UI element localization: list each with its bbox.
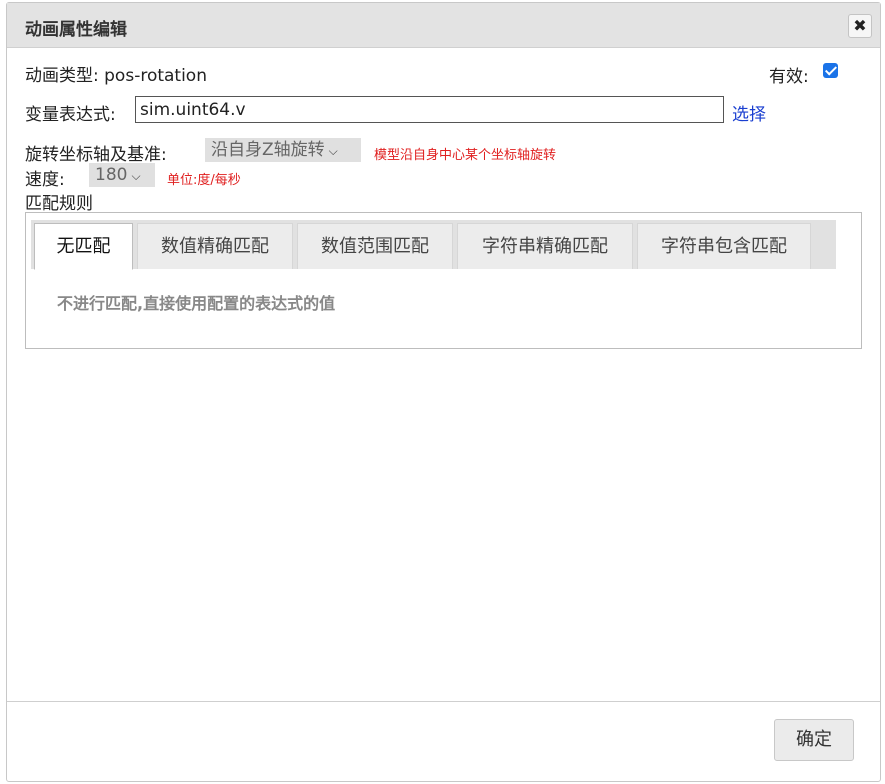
valid-checkbox[interactable]: [823, 63, 838, 78]
speed-selected: 180: [95, 165, 128, 185]
valid-label: 有效:: [769, 67, 809, 87]
speed-label: 速度:: [25, 170, 65, 190]
anim-type-label-text: 动画类型:: [25, 66, 99, 86]
tab-numeric-range-match[interactable]: 数值范围匹配: [297, 223, 453, 269]
match-rules-panel: 无匹配 数值精确匹配 数值范围匹配 字符串精确匹配 字符串包含匹配 不进行匹配,…: [25, 212, 862, 349]
rotation-axis-select[interactable]: 沿自身Z轴旋转 ⌵: [205, 138, 361, 162]
expression-label: 变量表达式:: [25, 105, 116, 125]
tab-numeric-exact-match[interactable]: 数值精确匹配: [137, 223, 293, 269]
choose-variable-link[interactable]: 选择: [732, 100, 766, 125]
match-rules-label: 匹配规则: [25, 194, 93, 214]
footer-divider: [7, 701, 880, 702]
chevron-down-icon: ⌵: [131, 169, 141, 183]
close-icon: ✖: [853, 16, 867, 35]
tab-string-contains-match[interactable]: 字符串包含匹配: [637, 223, 811, 269]
anim-type-value: pos-rotation: [104, 66, 207, 86]
speed-note: 单位:度/每秒: [167, 173, 241, 188]
close-button[interactable]: ✖: [848, 14, 872, 38]
speed-select[interactable]: 180 ⌵: [89, 163, 155, 187]
rotation-axis-label: 旋转坐标轴及基准:: [25, 145, 167, 165]
rotation-axis-note: 模型沿自身中心某个坐标轴旋转: [374, 148, 557, 163]
match-rule-description: 不进行匹配,直接使用配置的表达式的值: [57, 294, 336, 313]
tab-no-match[interactable]: 无匹配: [34, 223, 133, 270]
dialog-titlebar: 动画属性编辑 ✖: [7, 3, 880, 48]
chevron-down-icon: ⌵: [328, 144, 338, 158]
match-rules-tabs: 无匹配 数值精确匹配 数值范围匹配 字符串精确匹配 字符串包含匹配: [31, 220, 836, 270]
tab-string-exact-match[interactable]: 字符串精确匹配: [457, 223, 633, 269]
rotation-axis-selected: 沿自身Z轴旋转: [211, 140, 325, 160]
anim-type-label: 动画类型: pos-rotation: [25, 61, 207, 86]
ok-button[interactable]: 确定: [774, 719, 854, 761]
dialog-title: 动画属性编辑: [25, 20, 127, 40]
expression-input[interactable]: [135, 96, 724, 123]
animation-property-dialog: 动画属性编辑 ✖ 动画类型: pos-rotation 有效: 变量表达式: 选…: [6, 2, 881, 782]
